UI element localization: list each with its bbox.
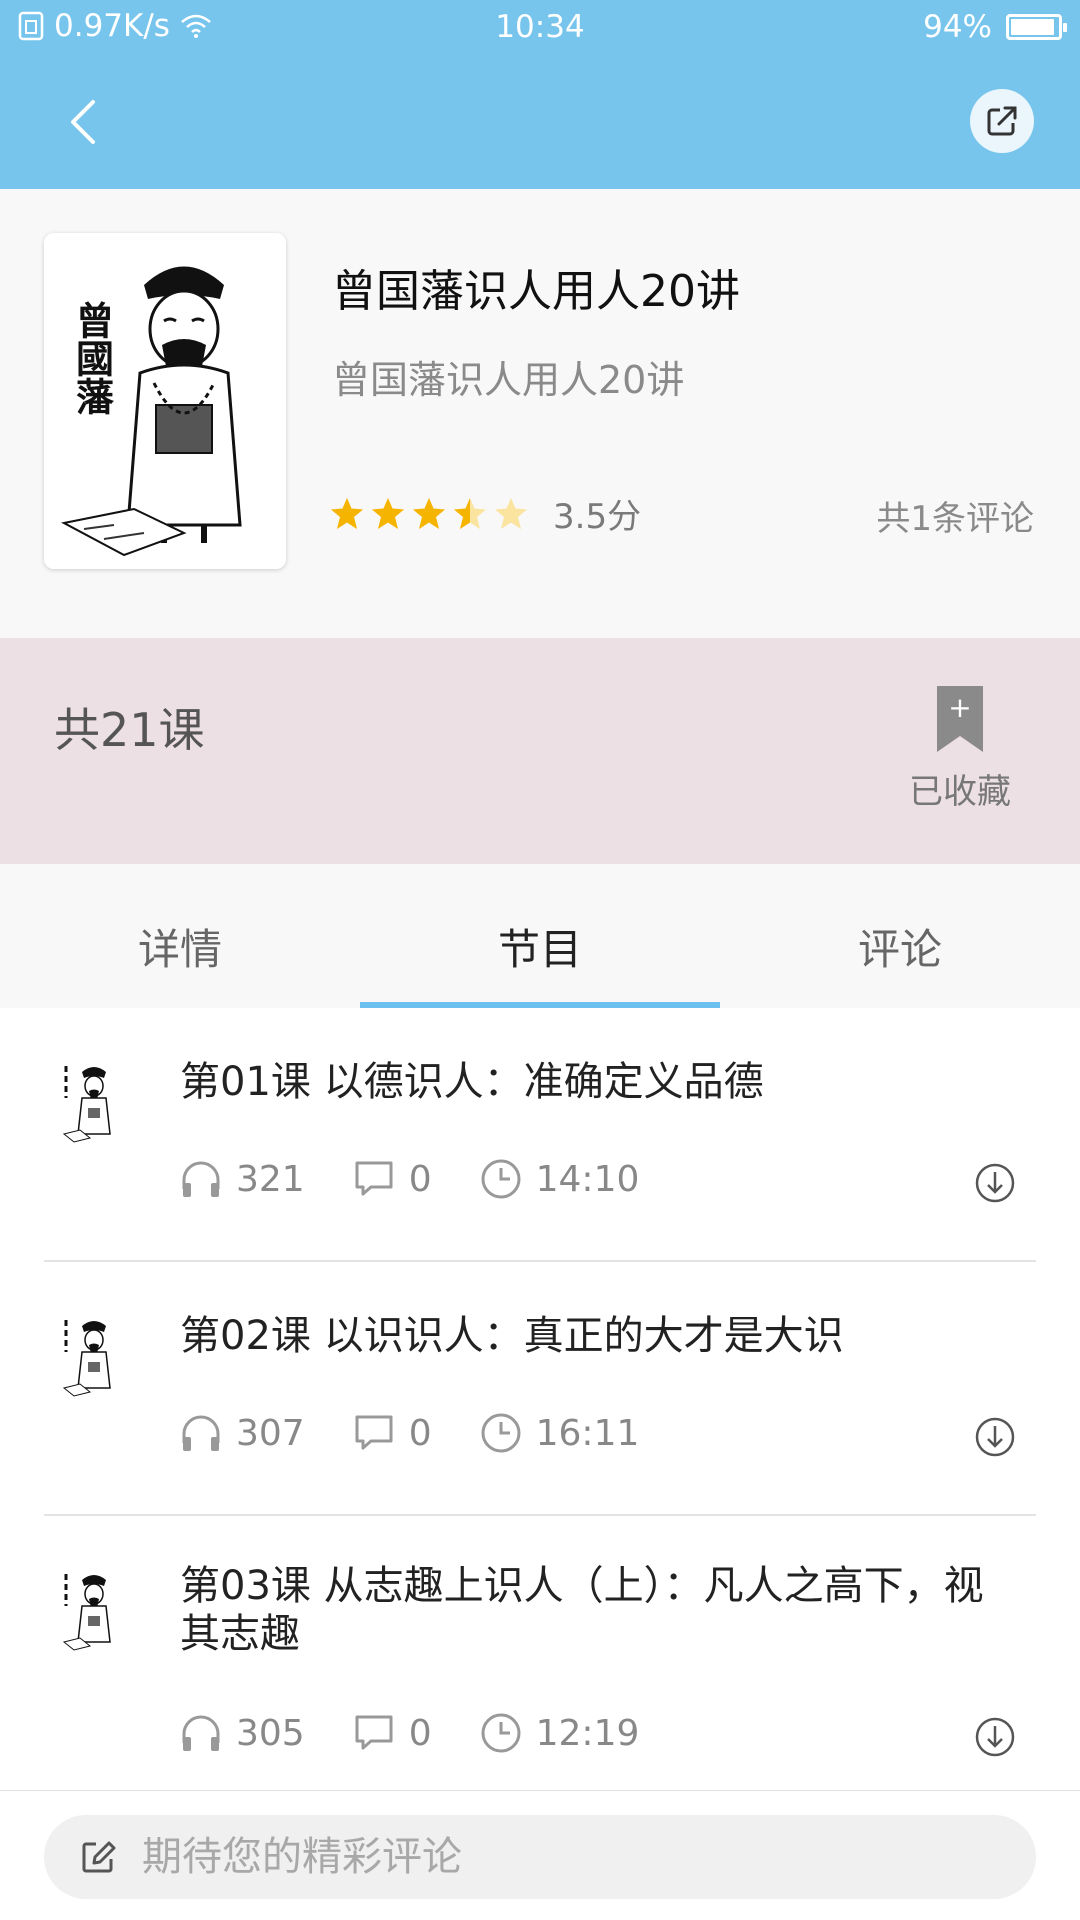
- album-header: 曾國藩 曾国藩识人用人20讲 曾国藩识人用人20讲 3.5分 共1条评论: [0, 189, 1080, 638]
- play-count: 307: [236, 1412, 305, 1454]
- lesson-meta: 305 0 12:19: [180, 1712, 687, 1754]
- tab-programs[interactable]: 节目: [360, 864, 720, 1008]
- star-icon: [495, 497, 527, 529]
- lesson-thumbnail: [58, 1566, 118, 1652]
- share-icon: [987, 106, 1017, 136]
- duration: 16:11: [535, 1412, 640, 1454]
- headphones-icon: [182, 1161, 220, 1197]
- svg-text:曾國藩: 曾國藩: [70, 301, 115, 415]
- comment-count: 0: [408, 1158, 432, 1200]
- lesson-item[interactable]: 第03课 从志趣上识人（上）：凡人之高下，视其志趣 305 0 12:19: [44, 1516, 1036, 1790]
- album-subtitle: 曾国藩识人用人20讲: [332, 358, 685, 402]
- headphones-icon: [182, 1415, 220, 1451]
- battery-percent: 94%: [923, 9, 992, 45]
- comment-icon: [355, 1161, 393, 1196]
- back-button[interactable]: [52, 92, 112, 152]
- edit-icon: [82, 1841, 116, 1873]
- rating-stars: [330, 497, 535, 531]
- download-icon[interactable]: [974, 1716, 1016, 1758]
- comment-icon: [355, 1715, 393, 1750]
- favorite-button[interactable]: + 已收藏: [900, 684, 1020, 813]
- lesson-item[interactable]: 第01课 以德识人：准确定义品德 321 0 14:10: [44, 1008, 1036, 1262]
- top-bar: 0.97K/s 10:34 94%: [0, 0, 1080, 189]
- lesson-item[interactable]: 第02课 以识识人：真正的大才是大识 307 0 16:11: [44, 1262, 1036, 1516]
- lesson-thumbnail: [58, 1058, 118, 1144]
- duration: 12:19: [535, 1712, 640, 1754]
- svg-text:+: +: [948, 691, 971, 724]
- chevron-left-icon: [71, 100, 95, 144]
- bookmark-icon: +: [937, 686, 983, 752]
- download-icon[interactable]: [974, 1162, 1016, 1204]
- lesson-meta: 307 0 16:11: [180, 1412, 687, 1454]
- star-icon: [331, 497, 363, 529]
- lesson-thumbnail: [58, 1312, 118, 1398]
- comment-input[interactable]: [142, 1834, 942, 1880]
- clock-icon: [481, 1713, 521, 1753]
- album-title: 曾国藩识人用人20讲: [332, 266, 740, 317]
- course-count: 共21课: [54, 703, 205, 757]
- download-icon[interactable]: [974, 1416, 1016, 1458]
- tab-bar: 详情 节目 评论: [0, 864, 1080, 1008]
- lesson-title: 第03课 从志趣上识人（上）：凡人之高下，视其志趣: [180, 1563, 984, 1657]
- battery-icon: [1006, 14, 1067, 40]
- lesson-title: 第02课 以识识人：真正的大才是大识: [180, 1313, 844, 1359]
- star-icon: [413, 497, 445, 529]
- comment-box[interactable]: [44, 1815, 1036, 1899]
- favorite-label: 已收藏: [909, 772, 1011, 812]
- tab-comments[interactable]: 评论: [720, 864, 1080, 1008]
- status-bar: 0.97K/s 10:34 94%: [0, 0, 1080, 56]
- tab-details[interactable]: 详情: [0, 864, 360, 1008]
- comment-bar: [0, 1790, 1080, 1920]
- review-count[interactable]: 共1条评论: [876, 491, 1034, 540]
- star-icon: [454, 497, 486, 529]
- comment-count: 0: [408, 1412, 432, 1454]
- lesson-meta: 321 0 14:10: [180, 1158, 687, 1200]
- comment-icon: [355, 1415, 393, 1450]
- lesson-list: 第01课 以德识人：准确定义品德 321 0 14:10 第02课 以识识人：真…: [0, 1008, 1080, 1790]
- play-count: 305: [236, 1712, 305, 1754]
- rating-score: 3.5分: [553, 497, 642, 537]
- lesson-title: 第01课 以德识人：准确定义品德: [180, 1059, 764, 1105]
- clock: 10:34: [495, 9, 585, 45]
- album-cover[interactable]: 曾國藩: [44, 233, 286, 569]
- course-bar: 共21课 + 已收藏: [0, 638, 1080, 864]
- share-button[interactable]: [970, 89, 1034, 153]
- rating: 3.5分: [330, 489, 641, 538]
- clock-icon: [481, 1159, 521, 1199]
- play-count: 321: [236, 1158, 305, 1200]
- star-icon: [372, 497, 404, 529]
- headphones-icon: [182, 1715, 220, 1751]
- cover-illustration: 曾國藩: [44, 233, 286, 569]
- duration: 14:10: [535, 1158, 640, 1200]
- clock-icon: [481, 1413, 521, 1453]
- comment-count: 0: [408, 1712, 432, 1754]
- battery-level: [1011, 19, 1054, 35]
